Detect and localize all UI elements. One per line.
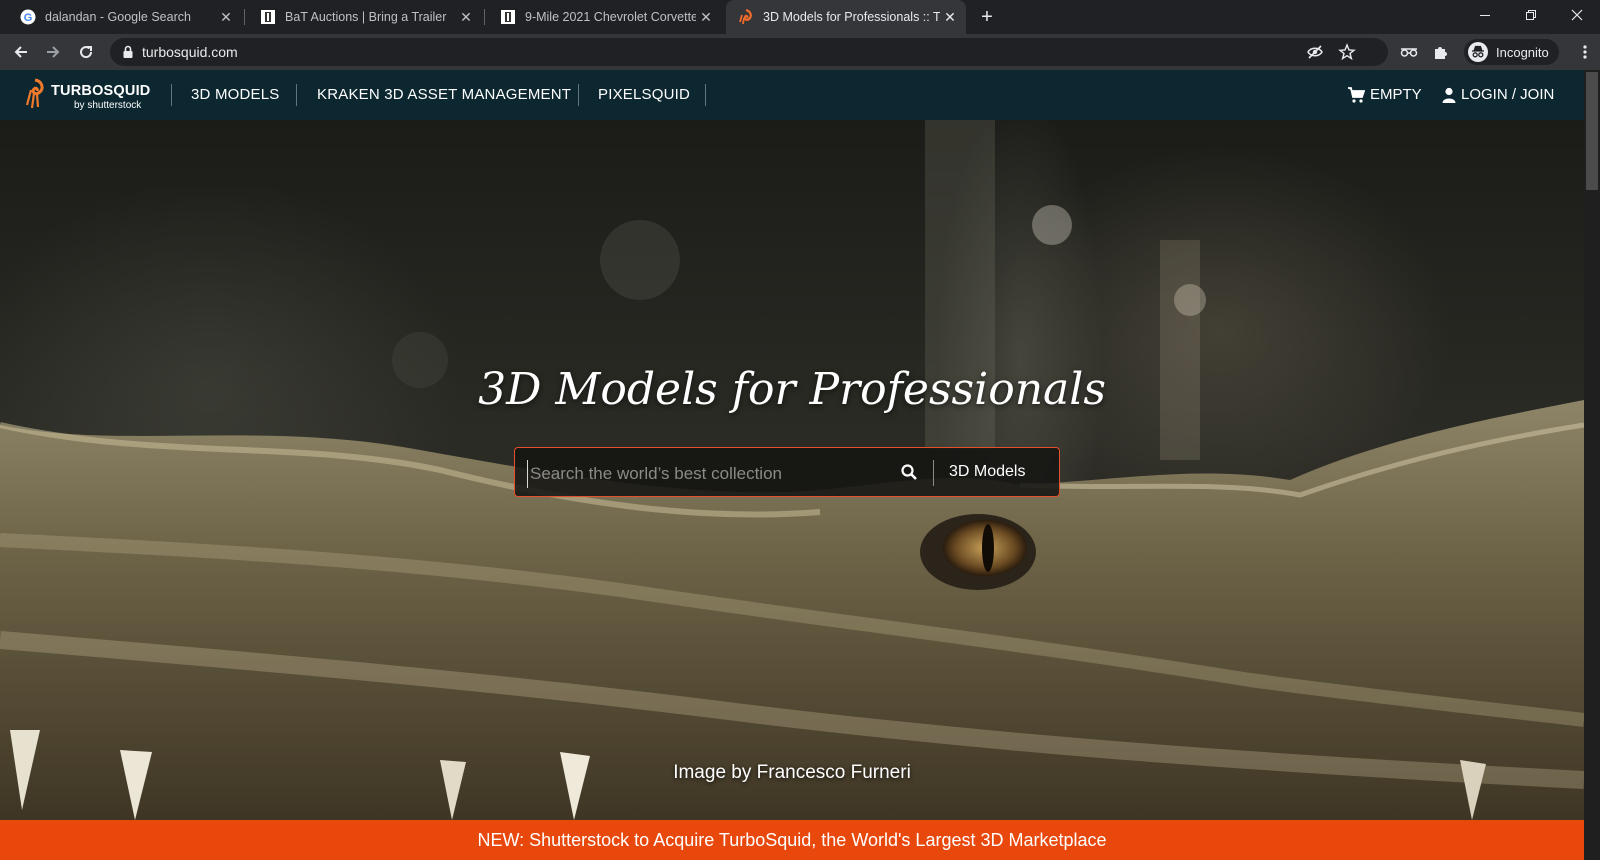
browser-tab-corvette[interactable]: 9-Mile 2021 Chevrolet Corvette S ✕ [488,0,722,34]
browser-tab-turbosquid[interactable]: 3D Models for Professionals :: Tu ✕ [726,0,966,34]
logo-byline: by shutterstock [74,100,142,111]
minimize-window-icon[interactable] [1462,0,1508,30]
profile-label: Incognito [1496,44,1549,60]
close-tab-icon[interactable]: ✕ [216,7,236,27]
turbosquid-squid-icon [25,78,44,109]
nav-separator [705,84,706,106]
hero-search-bar: 3D Models [514,447,1060,497]
cart-button[interactable]: EMPTY [1347,86,1422,103]
lock-icon[interactable] [120,44,136,60]
tab-title: BaT Auctions | Bring a Trailer [285,10,447,24]
hero-section: 3D Models for Professionals 3D Models Im… [0,120,1584,820]
browser-menu-icon[interactable] [1573,40,1597,64]
bookmark-star-icon[interactable] [1338,43,1356,61]
close-tab-icon[interactable]: ✕ [940,7,960,27]
restore-window-icon[interactable] [1508,0,1554,30]
extensions-puzzle-icon[interactable] [1429,40,1453,64]
cart-label: EMPTY [1370,86,1422,103]
close-window-icon[interactable] [1554,0,1600,30]
tab-separator [484,9,485,25]
turbosquid-swirl-icon [738,9,754,25]
page-scrollbar-thumb[interactable] [1586,72,1598,190]
browser-toolbar: turbosquid.com Incognito [0,34,1600,70]
google-g-icon: G [20,9,36,25]
search-input[interactable] [527,460,882,488]
reload-icon[interactable] [74,40,98,64]
bat-logo-icon [260,9,276,25]
browser-tab-strip: G dalandan - Google Search ✕ BaT Auction… [0,0,1600,34]
nav-link-pixelsquid[interactable]: PIXELSQUID [598,86,690,103]
hero-title: 3D Models for Professionals [478,364,1106,415]
new-tab-plus-icon[interactable]: + [976,6,998,28]
browser-tab-bat-auctions[interactable]: BaT Auctions | Bring a Trailer ✕ [248,0,482,34]
announcement-banner[interactable]: NEW: Shutterstock to Acquire TurboSquid,… [0,820,1584,860]
nav-link-3d-models[interactable]: 3D MODELS [191,86,280,103]
user-icon [1442,87,1456,103]
search-category-select[interactable]: 3D Models [949,463,1025,481]
nav-separator [171,84,172,106]
svg-text:G: G [24,12,33,24]
site-header: TURBOSQUID by shutterstock 3D MODELS KRA… [0,70,1584,120]
incognito-glasses-icon[interactable] [1397,40,1421,64]
shopping-cart-icon [1348,86,1365,103]
back-arrow-icon[interactable] [9,40,33,64]
nav-separator [296,84,297,106]
logo-name: TURBOSQUID [51,83,151,99]
tab-title: 3D Models for Professionals :: Tu [763,10,940,24]
turbosquid-logo[interactable]: TURBOSQUID by shutterstock [24,76,152,114]
login-label: LOGIN / JOIN [1461,86,1555,103]
close-tab-icon[interactable]: ✕ [696,7,716,27]
address-bar[interactable]: turbosquid.com [110,38,1388,66]
incognito-avatar-icon [1468,42,1488,62]
browser-tab-google-search[interactable]: G dalandan - Google Search ✕ [8,0,242,34]
url-text[interactable]: turbosquid.com [142,44,238,60]
tab-title: 9-Mile 2021 Chevrolet Corvette S [525,10,696,24]
search-icon[interactable] [900,463,918,481]
image-credit: Image by Francesco Furneri [673,762,911,783]
nav-separator [578,84,579,106]
close-tab-icon[interactable]: ✕ [456,7,476,27]
tab-separator [244,9,245,25]
login-join-button[interactable]: LOGIN / JOIN [1442,86,1554,103]
nav-link-kraken[interactable]: KRAKEN 3D ASSET MANAGEMENT [317,86,571,103]
incognito-profile-button[interactable]: Incognito [1464,39,1559,65]
tracking-blocked-eye-icon[interactable] [1306,43,1324,61]
search-divider [933,460,934,486]
tab-title: dalandan - Google Search [45,10,191,24]
forward-arrow-icon[interactable] [41,40,65,64]
bat-logo-icon [500,9,516,25]
